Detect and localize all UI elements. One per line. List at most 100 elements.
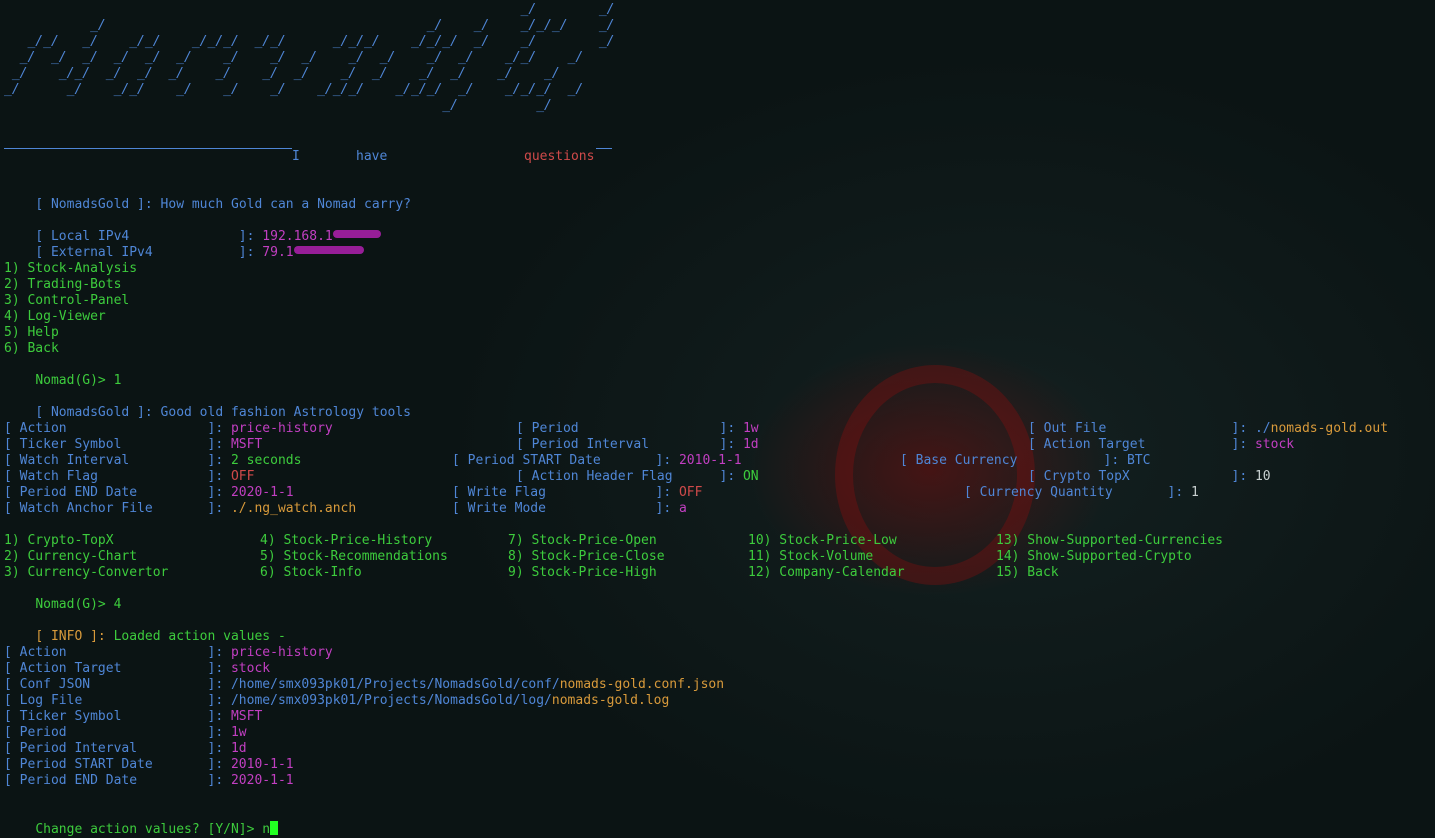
setting-label: [ Action Header Flag ]:: [516, 469, 736, 484]
loaded-action: [ Action ]: price-history: [4, 645, 333, 661]
loaded-value: 2010-1-1: [230, 757, 294, 772]
loaded-period-end: [ Period END Date ]: 2020-1-1: [4, 773, 294, 789]
final-prompt-text: Change action values? [Y/N]>: [35, 822, 255, 837]
setting-label: [ Write Flag ]:: [452, 485, 672, 500]
intro-prefix: [ NomadsGold ]:: [35, 197, 153, 212]
banner-underline-short: [596, 148, 612, 149]
loaded-period-interval: [ Period Interval ]: 1d: [4, 741, 247, 757]
setting-value: nomads-gold.out: [1270, 421, 1389, 436]
setting-value: a: [678, 501, 687, 516]
setting-value: 2020-1-1: [230, 485, 294, 500]
menu-item-log-viewer: 4) Log-Viewer: [4, 309, 106, 324]
setting-label: [ Watch Flag ]:: [4, 469, 224, 484]
setting-base-currency: [ Base Currency ]: BTC: [900, 453, 1150, 469]
setting-period-interval: [ Period Interval ]: 1d: [516, 437, 759, 453]
loaded-period: [ Period ]: 1w: [4, 725, 247, 741]
setting-value: BTC: [1126, 453, 1151, 468]
setting-watch-interval: [ Watch Interval ]: 2 seconds: [4, 453, 301, 469]
section2-line: [ NomadsGold ]: Good old fashion Astrolo…: [4, 389, 411, 420]
loaded-label: [ Action Target ]:: [4, 661, 224, 676]
loaded-label: [ Period Interval ]:: [4, 741, 224, 756]
action-menu-item: 2) Currency-Chart: [4, 549, 138, 564]
setting-value: price-history: [230, 421, 333, 436]
loaded-path: /home/smx093pk01/Projects/NomadsGold/log…: [230, 693, 552, 708]
loaded-value: 1w: [230, 725, 247, 740]
setting-write-mode: [ Write Mode ]: a: [452, 501, 687, 517]
setting-value: stock: [1254, 437, 1295, 452]
setting-watch-flag: [ Watch Flag ]: OFF: [4, 469, 254, 485]
setting-value: ./.ng_watch.anch: [230, 501, 357, 516]
setting-ticker: [ Ticker Symbol ]: MSFT: [4, 437, 262, 453]
setting-action-header-flag: [ Action Header Flag ]: ON: [516, 469, 759, 485]
loaded-value: price-history: [230, 645, 333, 660]
setting-label: [ Write Mode ]:: [452, 501, 672, 516]
info-text: Loaded action values -: [113, 629, 286, 644]
setting-period: [ Period ]: 1w: [516, 421, 759, 437]
loaded-label: [ Ticker Symbol ]:: [4, 709, 224, 724]
setting-value: OFF: [230, 469, 255, 484]
action-menu-item: 11) Stock-Volume: [748, 549, 874, 564]
setting-value: 1w: [742, 421, 759, 436]
loaded-label: [ Conf JSON ]:: [4, 677, 224, 692]
loaded-log-file: [ Log File ]: /home/smx093pk01/Projects/…: [4, 693, 669, 709]
setting-value: 2010-1-1: [678, 453, 742, 468]
loaded-action-target: [ Action Target ]: stock: [4, 661, 270, 677]
setting-label: [ Action Target ]:: [1028, 437, 1248, 452]
section2-prefix: [ NomadsGold ]:: [35, 405, 153, 420]
prompt-label: Nomad(G)>: [35, 373, 106, 388]
loaded-label: [ Period START Date ]:: [4, 757, 224, 772]
loaded-value: MSFT: [230, 709, 263, 724]
action-menu-item: 5) Stock-Recommendations: [260, 549, 448, 564]
prompt-input: 1: [113, 373, 122, 388]
loaded-label: [ Period ]:: [4, 725, 224, 740]
setting-label: [ Out File ]:: [1028, 421, 1248, 436]
loaded-label: [ Log File ]:: [4, 693, 224, 708]
loaded-conf-json: [ Conf JSON ]: /home/smx093pk01/Projects…: [4, 677, 724, 693]
setting-action-target: [ Action Target ]: stock: [1028, 437, 1294, 453]
action-menu-item: 4) Stock-Price-History: [260, 533, 433, 548]
terminal-window[interactable]: _/ _/ _/ _/ _/ _/_/_/ _/ _/_/ _/ _/_/ _/…: [0, 0, 1435, 838]
action-menu-item: 8) Stock-Price-Close: [508, 549, 665, 564]
action-menu-item: 12) Company-Calendar: [748, 565, 905, 580]
action-menu-item: 14) Show-Supported-Crypto: [996, 549, 1192, 564]
loaded-ticker: [ Ticker Symbol ]: MSFT: [4, 709, 262, 725]
loaded-value: stock: [230, 661, 271, 676]
setting-write-flag: [ Write Flag ]: OFF: [452, 485, 702, 501]
setting-currency-quantity: [ Currency Quantity ]: 1: [964, 485, 1199, 501]
setting-value: ON: [742, 469, 759, 484]
setting-value: 1: [1190, 485, 1199, 500]
menu-item-trading-bots: 2) Trading-Bots: [4, 277, 122, 292]
final-prompt-line[interactable]: Change action values? [Y/N]> n: [4, 805, 279, 837]
section2-text: Good old fashion Astrology tools: [160, 405, 411, 420]
setting-value: OFF: [678, 485, 703, 500]
setting-label: [ Action ]:: [4, 421, 224, 436]
menu-item-control-panel: 3) Control-Panel: [4, 293, 130, 308]
menu-item-help: 5) Help: [4, 325, 59, 340]
terminal-cursor: [270, 821, 279, 835]
setting-label: [ Period END Date ]:: [4, 485, 224, 500]
setting-label: [ Watch Interval ]:: [4, 453, 224, 468]
setting-value: 1d: [742, 437, 759, 452]
setting-watch-anchor: [ Watch Anchor File ]: ./.ng_watch.anch: [4, 501, 356, 517]
loaded-value: 1d: [230, 741, 247, 756]
setting-label: [ Crypto TopX ]:: [1028, 469, 1248, 484]
banner-tag-have: have: [356, 149, 388, 164]
local-ipv4-row: [ Local IPv4 ]: 192.168.1: [4, 213, 381, 244]
setting-action: [ Action ]: price-history: [4, 421, 333, 437]
action-menu-item: 9) Stock-Price-High: [508, 565, 657, 580]
setting-crypto-topx: [ Crypto TopX ]: 10: [1028, 469, 1271, 485]
loaded-label: [ Action ]:: [4, 645, 224, 660]
setting-label: [ Period Interval ]:: [516, 437, 736, 452]
action-menu-item: 3) Currency-Convertor: [4, 565, 169, 580]
external-ipv4-label: [ External IPv4 ]:: [35, 245, 255, 260]
menu-item-back: 6) Back: [4, 341, 59, 356]
loaded-period-start: [ Period START Date ]: 2010-1-1: [4, 757, 294, 773]
final-prompt-input[interactable]: n: [262, 822, 270, 837]
setting-period-end: [ Period END Date ]: 2020-1-1: [4, 485, 294, 501]
banner-tag-i: I: [292, 149, 300, 164]
setting-out-file: [ Out File ]: ./nomads-gold.out: [1028, 421, 1388, 437]
prompt-label: Nomad(G)>: [35, 597, 106, 612]
setting-value: 10: [1254, 469, 1271, 484]
loaded-value: 2020-1-1: [230, 773, 294, 788]
intro-text: How much Gold can a Nomad carry?: [160, 197, 411, 212]
